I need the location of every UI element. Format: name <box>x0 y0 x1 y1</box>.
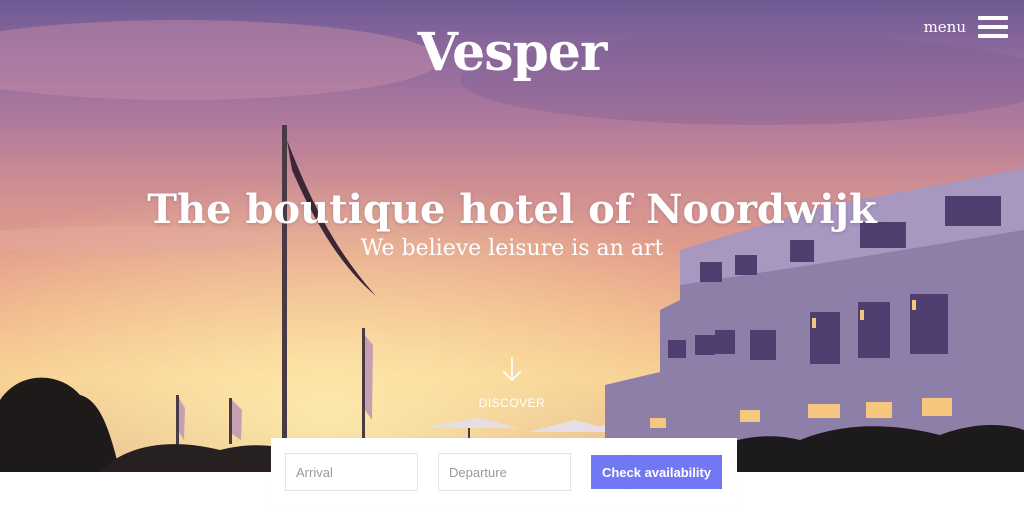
hamburger-icon[interactable] <box>978 16 1008 38</box>
departure-field[interactable] <box>438 453 646 491</box>
menu-label[interactable]: menu <box>924 18 966 36</box>
check-availability-button[interactable]: Check availability <box>591 455 722 489</box>
discover-label[interactable]: DISCOVER <box>462 396 562 410</box>
menu-button[interactable]: menu <box>924 16 1008 38</box>
site-logo[interactable]: Vesper <box>0 22 1024 83</box>
booking-bar: Check availability <box>271 438 737 506</box>
hero-subheadline: We believe leisure is an art <box>360 236 664 261</box>
hero-section: Vesper menu The boutique hotel of Noordw… <box>0 0 1024 472</box>
arrival-field[interactable] <box>285 453 493 491</box>
arrow-down-icon[interactable] <box>501 356 523 382</box>
discover-link[interactable]: DISCOVER <box>462 356 562 410</box>
hero-headline: The boutique hotel of Noordwijk <box>147 186 877 233</box>
